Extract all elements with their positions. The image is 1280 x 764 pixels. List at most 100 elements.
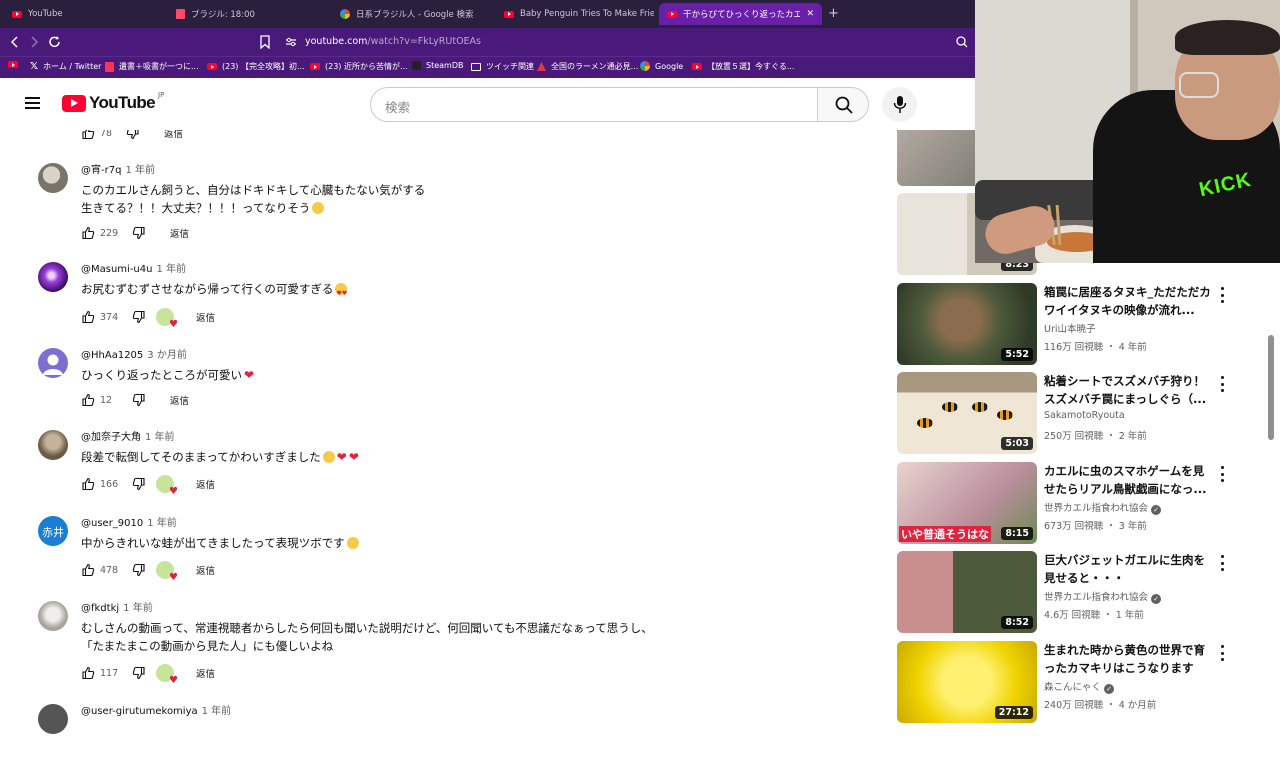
comment-time[interactable]: 1 年前 — [156, 264, 186, 275]
comment-time[interactable]: 1 年前 — [147, 518, 177, 529]
related-video-item[interactable]: いや普通そうはな 8:15 カエルに虫のスマホゲームを見せたらリアル鳥獣戯画になっ.… — [897, 462, 1267, 544]
tab-youtube[interactable]: YouTube — [4, 3, 164, 25]
more-options-icon[interactable] — [1219, 645, 1225, 661]
reply-button[interactable]: 返信 — [170, 226, 189, 240]
thumbs-up-icon[interactable] — [81, 393, 95, 407]
bookmark-item[interactable]: 【放置５選】今すぐる... — [692, 61, 794, 72]
reload-icon[interactable] — [48, 35, 62, 49]
channel-name[interactable]: Uri山本暁子 — [1044, 321, 1096, 335]
video-title[interactable]: 粘着シートでスズメバチ狩り！スズメバチ罠にまっしぐら（... — [1044, 372, 1214, 408]
tab-google-search[interactable]: 日系ブラジル人 - Google 検索 — [332, 3, 492, 25]
more-options-icon[interactable] — [1219, 287, 1225, 303]
comment-author[interactable]: @HhAa1205 — [81, 350, 143, 361]
bookmark-item[interactable]: (23) 近所から苦情が... — [310, 61, 408, 72]
thumbs-down-icon[interactable] — [132, 666, 146, 680]
comment-time[interactable]: 1 年前 — [145, 432, 175, 443]
tab-baby-penguin[interactable]: Baby Penguin Tries To Make Friends | — [496, 3, 654, 25]
avatar[interactable] — [38, 430, 68, 460]
thumbs-up-icon[interactable] — [81, 563, 95, 577]
zoom-icon[interactable] — [956, 36, 968, 48]
related-video-item[interactable]: 27:12 生まれた時から黄色の世界で育ったカマキリはこうなります 森こんにゃく ✓ 2… — [897, 641, 1267, 723]
comment-author[interactable]: @加奈子大角 — [81, 432, 141, 443]
channel-name[interactable]: SakamotoRyouta — [1044, 410, 1125, 421]
video-title[interactable]: カエルに虫のスマホゲームを見せたらリアル鳥獣戯画になっ... — [1044, 462, 1214, 498]
reply-button[interactable]: 返信 — [196, 563, 215, 577]
comment-text: 段差で転倒してそのままってかわいすぎました ❤ ❤ — [81, 448, 359, 466]
channel-name[interactable]: 森こんにゃく ✓ — [1044, 679, 1115, 694]
url-text[interactable]: youtube.com/watch?v=FkLyRUtOEAs — [305, 36, 481, 47]
comment-author[interactable]: @宵-r7q — [81, 165, 121, 176]
comment-time[interactable]: 1 年前 — [125, 165, 155, 176]
bookmark-google[interactable]: Google — [640, 61, 683, 71]
video-title[interactable]: 箱罠に居座るタヌキ_ただただカワイイタヌキの映像が流れ... — [1044, 283, 1214, 319]
related-video-item[interactable]: 5:03 粘着シートでスズメバチ狩り！スズメバチ罠にまっしぐら（... Sakamo… — [897, 372, 1267, 454]
voice-search-button[interactable] — [882, 87, 917, 122]
thumbs-down-icon[interactable] — [132, 226, 146, 240]
video-thumbnail[interactable]: 27:12 — [897, 641, 1037, 723]
more-options-icon[interactable] — [1219, 555, 1225, 571]
channel-name[interactable]: 世界カエル指食われ協会 ✓ — [1044, 589, 1162, 604]
bookmark-steamdb[interactable]: SteamDB — [412, 61, 463, 70]
sidebar-scrollbar[interactable] — [1268, 335, 1274, 440]
comment-author[interactable]: @fkdtkj — [81, 603, 119, 614]
search-input[interactable]: 検索 — [370, 87, 817, 122]
tab-active-frog-video[interactable]: 干からびてひっくり返ったカエルに水を ✕ — [659, 3, 822, 25]
video-title[interactable]: 巨大バジェットガエルに生肉を見せると・・・ — [1044, 551, 1214, 587]
video-thumbnail[interactable]: 5:52 — [897, 283, 1037, 365]
laughing-emoji-icon — [346, 537, 359, 549]
comment-time[interactable]: 3 か月前 — [147, 350, 187, 361]
thumbs-down-icon[interactable] — [132, 477, 146, 491]
thumbs-up-icon[interactable] — [81, 226, 95, 240]
related-video-item[interactable]: 8:52 巨大バジェットガエルに生肉を見せると・・・ 世界カエル指食われ協会 ✓ 4.6… — [897, 551, 1267, 633]
comment-author[interactable]: @user_9010 — [81, 518, 143, 529]
reply-button[interactable]: 返信 — [196, 477, 215, 491]
browser-tab-bar: YouTube ブラジル: 18:00 日系ブラジル人 - Google 検索 … — [0, 0, 975, 28]
comment-author[interactable]: @user-girutumekomiya — [81, 706, 198, 717]
close-tab-icon[interactable]: ✕ — [806, 9, 814, 19]
menu-icon[interactable] — [25, 97, 40, 109]
reply-button[interactable]: 返信 — [196, 310, 215, 324]
comment-time[interactable]: 1 年前 — [123, 603, 153, 614]
forward-arrow-icon[interactable] — [28, 36, 40, 48]
comment-line: 中からきれいな蛙が出てきましたって表現ツボです — [81, 534, 359, 552]
thumbs-up-icon[interactable] — [81, 477, 95, 491]
video-thumbnail[interactable]: 8:52 — [897, 551, 1037, 633]
youtube-logo[interactable]: YouTube JP — [62, 91, 164, 113]
related-video-item[interactable]: 5:52 箱罠に居座るタヌキ_ただただカワイイタヌキの映像が流れ... Uri山本暁… — [897, 283, 1267, 365]
video-thumbnail[interactable]: 5:03 — [897, 372, 1037, 454]
comment-time[interactable]: 1 年前 — [202, 706, 232, 717]
avatar[interactable]: 赤井 — [38, 516, 68, 546]
bookmark-item[interactable]: 遺書＋吸書が一つに... — [105, 61, 199, 72]
google-favicon-icon — [340, 9, 350, 19]
avatar[interactable] — [38, 704, 68, 734]
bookmark-folder-twitch[interactable]: ツイッチ関連 — [471, 61, 534, 72]
avatar[interactable] — [38, 262, 68, 292]
bookmark-icon[interactable] — [259, 35, 271, 49]
avatar[interactable] — [38, 601, 68, 631]
avatar[interactable] — [38, 348, 68, 378]
thumbs-down-icon[interactable] — [132, 563, 146, 577]
more-options-icon[interactable] — [1219, 466, 1225, 482]
reply-button[interactable]: 返信 — [170, 393, 189, 407]
thumbs-up-icon[interactable] — [81, 666, 95, 680]
video-title[interactable]: 生まれた時から黄色の世界で育ったカマキリはこうなります — [1044, 641, 1214, 677]
reply-button[interactable]: 返信 — [196, 666, 215, 680]
thumbs-up-icon[interactable] — [81, 310, 95, 324]
bookmark-item[interactable]: (23) 【完全攻略】初... — [207, 61, 305, 72]
thumbs-down-icon[interactable] — [132, 393, 146, 407]
more-options-icon[interactable] — [1219, 376, 1225, 392]
site-settings-icon[interactable] — [285, 37, 297, 47]
avatar[interactable] — [38, 163, 68, 193]
search-button[interactable] — [817, 87, 869, 122]
back-arrow-icon[interactable] — [9, 36, 21, 48]
creator-heart-badge — [156, 308, 178, 330]
bookmark-twitter[interactable]: 𝕏 ホーム / Twitter — [30, 61, 101, 72]
channel-name[interactable]: 世界カエル指食われ協会 ✓ — [1044, 500, 1162, 515]
thumbs-down-icon[interactable] — [132, 310, 146, 324]
bookmark-youtube-home[interactable] — [8, 61, 18, 68]
new-tab-button[interactable]: + — [828, 6, 839, 21]
video-thumbnail[interactable]: いや普通そうはな 8:15 — [897, 462, 1037, 544]
comment-author[interactable]: @Masumi-u4u — [81, 264, 152, 275]
tab-brazil-time[interactable]: ブラジル: 18:00 — [168, 3, 330, 25]
bookmark-item[interactable]: 全国のラーメン通必見... — [537, 61, 638, 72]
